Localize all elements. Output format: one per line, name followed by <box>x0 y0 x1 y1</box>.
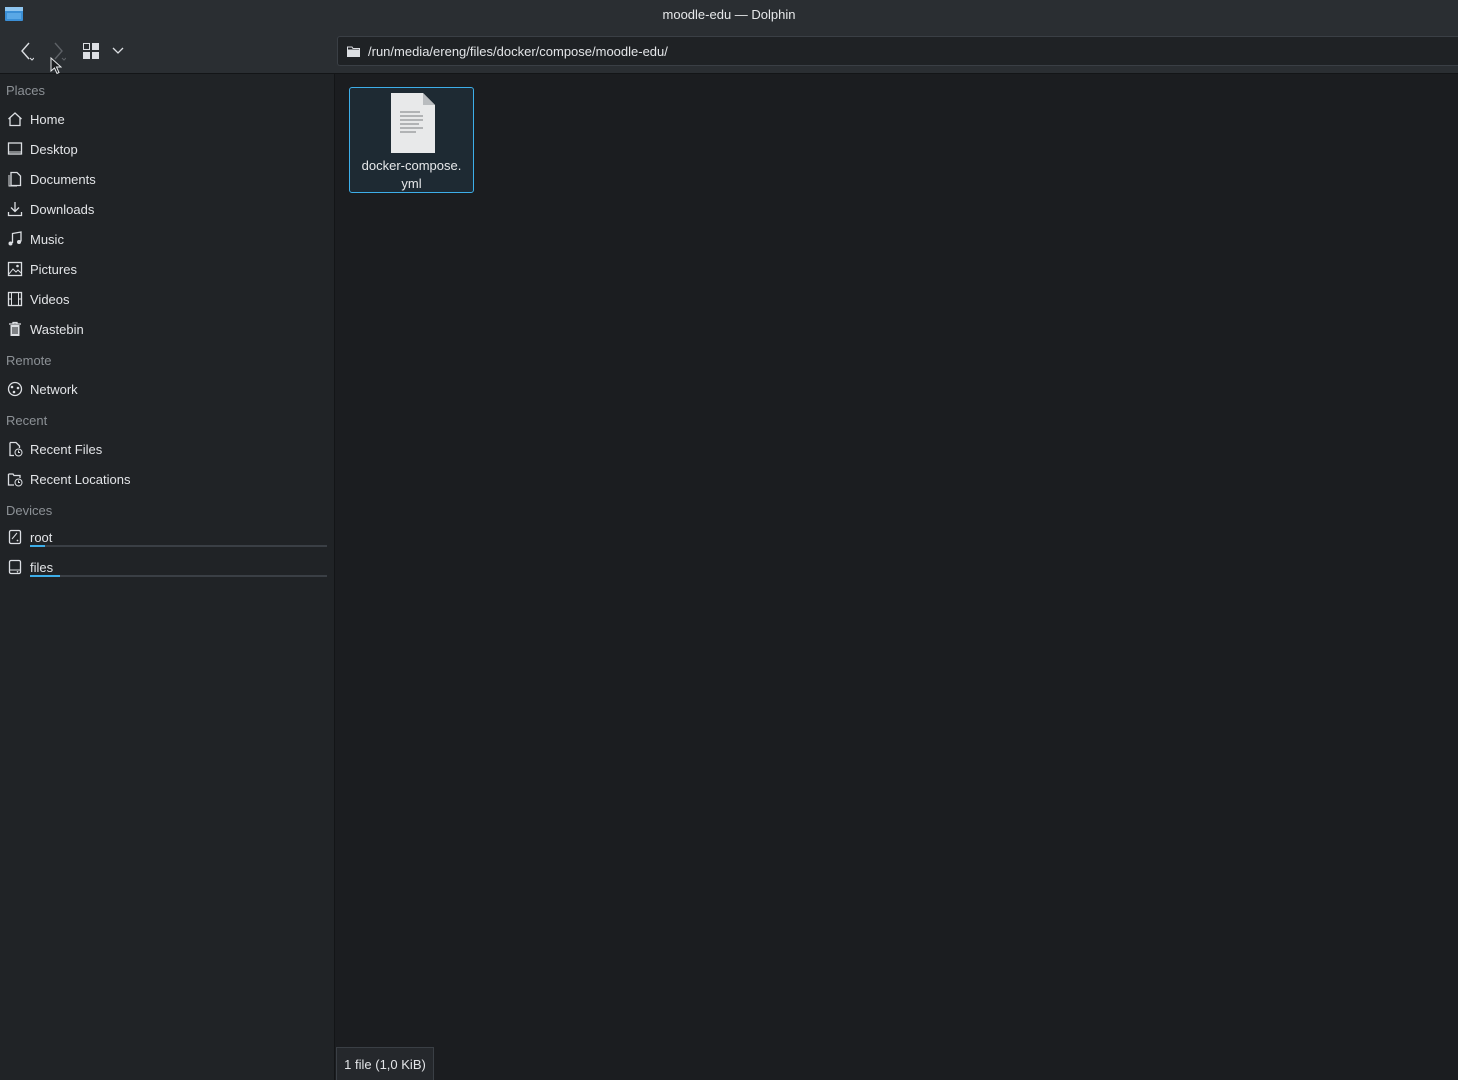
places-header: Places <box>6 83 46 98</box>
remote-header: Remote <box>6 353 52 368</box>
back-button[interactable] <box>12 37 40 65</box>
drive-icon <box>7 529 23 545</box>
place-label: Downloads <box>30 201 95 217</box>
place-label: Music <box>30 231 64 247</box>
place-label: Recent Files <box>30 441 103 457</box>
file-item-docker-compose[interactable]: docker-compose. yml <box>349 87 474 193</box>
trash-icon <box>7 321 23 337</box>
device-usage-bar <box>30 545 327 547</box>
window-title: moodle-edu — Dolphin <box>662 7 796 22</box>
documents-icon <box>7 171 23 187</box>
place-label: Desktop <box>30 141 78 157</box>
place-recent-files[interactable]: Recent Files <box>0 435 334 463</box>
drive-icon <box>7 559 23 575</box>
place-network[interactable]: Network <box>0 375 334 403</box>
place-label: Pictures <box>30 261 77 277</box>
device-label: files <box>30 559 54 575</box>
device-usage-fill <box>30 545 45 547</box>
device-usage-fill <box>30 575 60 577</box>
view-mode-button[interactable] <box>80 37 102 65</box>
place-wastebin[interactable]: Wastebin <box>0 315 334 343</box>
desktop-icon <box>7 141 23 157</box>
chevron-down-icon <box>112 47 124 54</box>
recent-files-icon <box>7 441 23 457</box>
place-music[interactable]: Music <box>0 225 334 253</box>
text-file-icon <box>391 93 435 153</box>
status-bar: 1 file (1,0 KiB) <box>336 1047 434 1080</box>
devices-header: Devices <box>6 503 53 518</box>
place-label: Home <box>30 111 65 127</box>
recent-header: Recent <box>6 413 48 428</box>
place-videos[interactable]: Videos <box>0 285 334 313</box>
location-bar[interactable]: /run/media/ereng/files/docker/compose/mo… <box>337 36 1458 66</box>
place-label: Network <box>30 381 78 397</box>
place-home[interactable]: Home <box>0 105 334 133</box>
downloads-icon <box>7 201 23 217</box>
mouse-cursor-icon <box>50 57 62 75</box>
place-downloads[interactable]: Downloads <box>0 195 334 223</box>
chevron-left-icon <box>21 42 34 61</box>
music-icon <box>7 231 23 247</box>
place-label: Wastebin <box>30 321 84 337</box>
network-icon <box>7 381 23 397</box>
place-desktop[interactable]: Desktop <box>0 135 334 163</box>
file-name: docker-compose. yml <box>361 158 462 191</box>
folder-icon <box>347 46 360 57</box>
place-documents[interactable]: Documents <box>0 165 334 193</box>
view-icons-icon <box>83 43 99 59</box>
view-menu-button[interactable] <box>108 37 128 65</box>
device-label: root <box>30 529 53 545</box>
home-icon <box>7 111 23 127</box>
place-label: Documents <box>30 171 96 187</box>
device-usage-bar <box>30 575 327 577</box>
pictures-icon <box>7 261 23 277</box>
location-path: /run/media/ereng/files/docker/compose/mo… <box>368 43 668 59</box>
place-label: Videos <box>30 291 70 307</box>
videos-icon <box>7 291 23 307</box>
place-recent-locations[interactable]: Recent Locations <box>0 465 334 493</box>
places-panel: Places Home Desktop Documents Downloads … <box>0 74 335 1080</box>
title-bar: moodle-edu — Dolphin <box>0 0 1458 29</box>
place-pictures[interactable]: Pictures <box>0 255 334 283</box>
file-view[interactable] <box>336 74 1458 1080</box>
place-label: Recent Locations <box>30 471 131 487</box>
recent-locations-icon <box>7 471 23 487</box>
